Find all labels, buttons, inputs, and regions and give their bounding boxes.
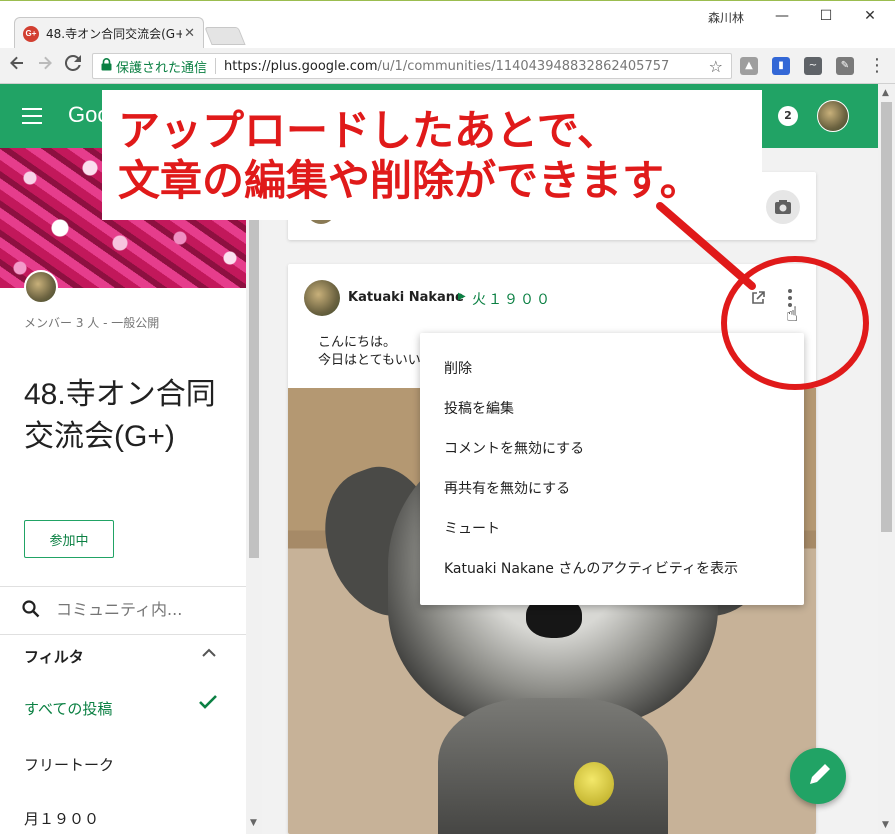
post-author-name[interactable]: Katuaki Nakane	[348, 290, 464, 305]
secure-label: 保護された通信	[116, 60, 208, 76]
new-tab-button[interactable]	[204, 27, 246, 45]
post-body: こんにちは。 今日はとてもいい	[318, 334, 421, 370]
hamburger-icon[interactable]	[22, 108, 42, 124]
url-path: /u/1/communities/114043948832862405757	[377, 58, 670, 74]
scroll-down-arrow-icon[interactable]: ▼	[882, 820, 889, 830]
joined-button[interactable]: 参加中	[24, 520, 114, 558]
address-bar[interactable]: 保護された通信 https://plus.google.com/u/1/comm…	[92, 53, 732, 79]
menu-item-disable-reshare[interactable]: 再共有を無効にする	[420, 469, 804, 509]
browser-menu-icon[interactable]: ⋮	[866, 55, 888, 77]
post-overflow-menu: 削除 投稿を編集 コメントを無効にする 再共有を無効にする ミュート Katua…	[420, 333, 804, 605]
page-scrollbar-thumb[interactable]	[881, 102, 892, 532]
address-divider	[215, 58, 217, 74]
sidebar-scrollbar-thumb[interactable]	[249, 212, 259, 558]
account-avatar[interactable]	[817, 100, 849, 132]
member-count: メンバー 3 人 - 一般公開	[24, 316, 160, 330]
menu-item-view-activity[interactable]: Katuaki Nakane さんのアクティビティを表示	[420, 549, 804, 589]
menu-item-edit-post[interactable]: 投稿を編集	[420, 389, 804, 429]
minimize-button[interactable]: —	[770, 5, 794, 27]
menu-item-mute[interactable]: ミュート	[420, 509, 804, 549]
community-sidebar: メンバー 3 人 - 一般公開 48.寺オン合同交流会(G+) 参加中 フィルタ…	[0, 148, 246, 834]
chevron-up-icon[interactable]	[202, 646, 216, 662]
scroll-down-arrow-icon[interactable]: ▼	[250, 818, 257, 828]
post-text-line: こんにちは。	[318, 335, 397, 350]
sidebar-divider	[0, 634, 246, 635]
doc-extension-icon[interactable]: ✎	[836, 57, 854, 75]
back-arrow-icon[interactable]	[6, 55, 28, 77]
search-icon[interactable]	[22, 600, 40, 618]
community-search-input[interactable]	[56, 600, 206, 619]
annotation-line: 文章の編集や削除ができます。	[118, 156, 702, 205]
notification-badge[interactable]: 2	[778, 106, 798, 126]
browser-tab[interactable]: G+ 48.寺オン合同交流会(G+) ✕	[14, 17, 204, 49]
annotation-line: アップロードしたあとで、	[118, 106, 620, 155]
filter-item-all-posts[interactable]: すべての投稿	[24, 698, 112, 719]
browser-titlebar: G+ 48.寺オン合同交流会(G+) ✕ 森川林 — ☐ ✕	[0, 0, 895, 49]
chart-extension-icon[interactable]: ~	[804, 57, 822, 75]
post-author-avatar[interactable]	[304, 280, 340, 316]
menu-item-disable-comments[interactable]: コメントを無効にする	[420, 429, 804, 469]
new-post-button[interactable]	[790, 748, 846, 804]
pencil-icon	[810, 764, 830, 784]
community-owner-avatar[interactable]	[24, 270, 58, 304]
maximize-button[interactable]: ☐	[814, 5, 838, 27]
community-title: 48.寺オン合同交流会(G+)	[24, 378, 216, 453]
open-in-new-icon[interactable]	[750, 290, 766, 306]
menu-item-delete[interactable]: 削除	[420, 349, 804, 389]
check-icon	[198, 694, 218, 715]
post-text-line: 今日はとてもいい	[318, 353, 421, 368]
url-host: https://plus.google.com	[224, 58, 378, 74]
gplus-favicon-icon: G+	[23, 25, 39, 42]
post-category-link[interactable]: 火１９００	[472, 289, 552, 309]
filter-item-monday[interactable]: 月１９００	[24, 808, 99, 829]
camera-icon[interactable]	[766, 190, 800, 224]
triangle-right-icon: ▶	[458, 291, 466, 302]
hand-cursor-icon: ☝	[786, 302, 799, 326]
tab-title: 48.寺オン合同交流会(G+)	[46, 27, 182, 41]
filter-heading[interactable]: フィルタ	[24, 646, 84, 667]
bookmark-extension-icon[interactable]: ▮	[772, 57, 790, 75]
lock-icon	[101, 57, 112, 75]
annotation-callout: アップロードしたあとで、 文章の編集や削除ができます。	[102, 90, 762, 220]
filter-item-free-talk[interactable]: フリートーク	[24, 754, 114, 775]
browser-toolbar: 保護された通信 https://plus.google.com/u/1/comm…	[0, 48, 895, 84]
tab-close-icon[interactable]: ✕	[184, 26, 195, 41]
sidebar-divider	[0, 586, 246, 587]
photo-detail	[438, 698, 668, 834]
drive-extension-icon[interactable]: ▲	[740, 57, 758, 75]
forward-arrow-icon[interactable]	[34, 55, 56, 77]
star-icon[interactable]: ☆	[709, 57, 723, 76]
browser-profile-name[interactable]: 森川林	[708, 9, 744, 26]
scroll-up-arrow-icon[interactable]: ▲	[882, 88, 889, 98]
reload-icon[interactable]	[62, 54, 84, 77]
close-window-button[interactable]: ✕	[858, 5, 882, 27]
photo-detail	[574, 762, 614, 806]
